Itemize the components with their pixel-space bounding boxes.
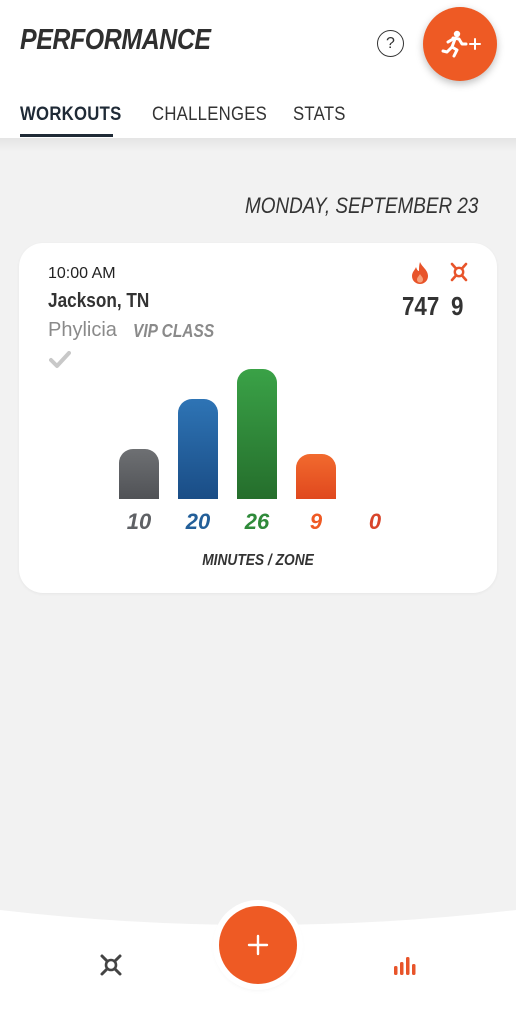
class-type: VIP CLASS	[133, 321, 215, 341]
page-title: PERFORMANCE	[20, 24, 211, 56]
tab-bar: WORKOUTS CHALLENGES STATS	[0, 100, 516, 138]
zone-bar	[178, 399, 218, 499]
splat-logo-icon[interactable]	[98, 952, 124, 978]
plus-icon	[247, 934, 269, 956]
workout-location: Jackson, TN	[48, 290, 150, 312]
chart-x-label: MINUTES / ZONE	[202, 552, 314, 569]
tab-workouts[interactable]: WORKOUTS	[20, 104, 122, 126]
zone-bar	[296, 454, 336, 499]
zone-bar	[119, 449, 159, 499]
header: PERFORMANCE ? WORKOUTS CHALLENGES STATS	[0, 0, 516, 138]
zone-minutes-label: 9	[309, 509, 323, 534]
zone-minutes-label: 26	[244, 509, 270, 534]
date-heading: MONDAY, SEPTEMBER 23	[244, 193, 478, 218]
zone-minutes-label: 10	[126, 509, 152, 534]
splat-logo-icon	[450, 262, 468, 282]
coach-name: Phylicia	[48, 319, 117, 341]
active-tab-indicator	[20, 134, 113, 137]
zone-minutes-label: 0	[368, 509, 382, 534]
zone-minutes-label: 20	[185, 509, 211, 534]
add-workout-button[interactable]	[423, 7, 497, 81]
workout-card[interactable]: 10:00 AM Jackson, TN Phylicia VIP CLASS …	[19, 243, 497, 593]
header-shadow	[0, 138, 516, 152]
help-circle-icon: ?	[386, 34, 395, 52]
splat-points-value: 9	[451, 291, 464, 321]
bar-chart-icon[interactable]	[392, 954, 418, 976]
runner-plus-icon	[441, 30, 481, 58]
flame-icon	[412, 262, 428, 284]
workout-time: 10:00 AM	[48, 265, 116, 282]
zone-bar	[237, 369, 277, 499]
checkmark-icon	[49, 351, 71, 368]
tab-challenges[interactable]: CHALLENGES	[152, 104, 267, 126]
help-button[interactable]: ?	[377, 30, 404, 57]
tab-stats[interactable]: STATS	[293, 104, 346, 126]
calories-value: 747	[402, 291, 440, 321]
add-button[interactable]	[219, 906, 297, 984]
